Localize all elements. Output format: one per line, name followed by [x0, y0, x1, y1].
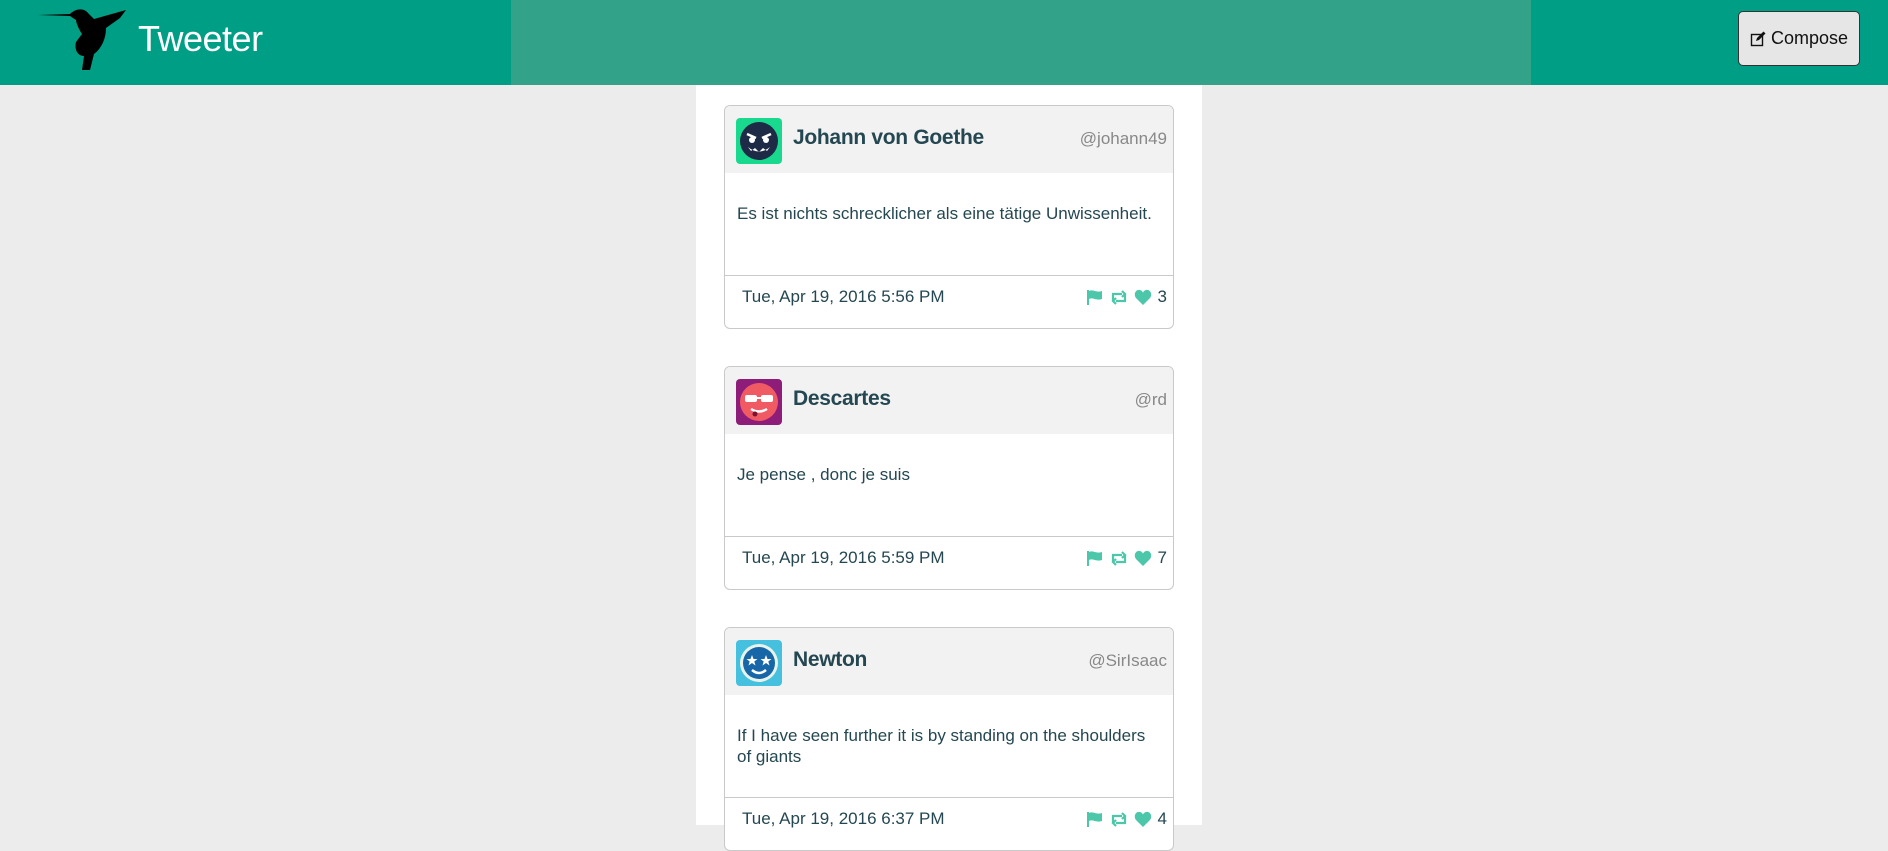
- tweet-card: Descartes @rd Je pense , donc je suis Tu…: [724, 366, 1174, 590]
- like-count: 4: [1157, 809, 1167, 828]
- heart-icon[interactable]: [1134, 550, 1152, 567]
- tweet-author-name[interactable]: Johann von Goethe: [793, 126, 984, 150]
- star-eyes-face-avatar[interactable]: [736, 640, 782, 686]
- top-navbar: Tweeter Compose: [0, 0, 1888, 85]
- tweet-divider: [725, 275, 1173, 276]
- tweet-header: Descartes @rd: [725, 367, 1173, 434]
- tweet-author-handle[interactable]: @johann49: [1080, 129, 1167, 149]
- tweet-author-name[interactable]: Descartes: [793, 387, 891, 411]
- tweet-author-name[interactable]: Newton: [793, 648, 867, 672]
- tweet-author-handle[interactable]: @SirIsaac: [1088, 651, 1167, 671]
- retweet-icon[interactable]: [1110, 289, 1128, 306]
- like-count: 3: [1157, 287, 1167, 306]
- flag-icon[interactable]: [1086, 550, 1104, 567]
- tweet-date: Tue, Apr 19, 2016 6:37 PM: [742, 809, 945, 828]
- tweet-date: Tue, Apr 19, 2016 5:59 PM: [742, 548, 945, 567]
- brand-title[interactable]: Tweeter: [138, 18, 263, 60]
- tweet-author-handle[interactable]: @rd: [1135, 390, 1167, 410]
- tweet-divider: [725, 797, 1173, 798]
- tweet-actions: 7: [1086, 548, 1167, 568]
- compose-label: Compose: [1770, 28, 1849, 48]
- tweet-divider: [725, 536, 1173, 537]
- tweet-text: Es ist nichts schrecklicher als eine tät…: [737, 204, 1152, 223]
- tweet-card: Johann von Goethe @johann49 Es ist nicht…: [724, 105, 1174, 329]
- tweet-text: Je pense , donc je suis: [737, 465, 910, 484]
- compose-button[interactable]: Compose: [1738, 11, 1860, 66]
- edit-icon: [1750, 31, 1766, 46]
- tweet-actions: 4: [1086, 809, 1167, 829]
- like-count: 7: [1157, 548, 1167, 567]
- tweet-card: Newton @SirIsaac If I have seen further …: [724, 627, 1174, 851]
- heart-icon[interactable]: [1134, 289, 1152, 306]
- tweet-header: Johann von Goethe @johann49: [725, 106, 1173, 173]
- tweet-header: Newton @SirIsaac: [725, 628, 1173, 695]
- sunglasses-face-avatar[interactable]: [736, 379, 782, 425]
- tweet-actions: 3: [1086, 287, 1167, 307]
- retweet-icon[interactable]: [1110, 550, 1128, 567]
- monster-face-avatar[interactable]: [736, 118, 782, 164]
- navbar-center-band: [511, 0, 1531, 85]
- flag-icon[interactable]: [1086, 289, 1104, 306]
- tweet-text: If I have seen further it is by standing…: [737, 726, 1146, 766]
- tweet-date: Tue, Apr 19, 2016 5:56 PM: [742, 287, 945, 306]
- hummingbird-logo-icon: [38, 9, 126, 70]
- tweet-feed: Johann von Goethe @johann49 Es ist nicht…: [696, 85, 1202, 851]
